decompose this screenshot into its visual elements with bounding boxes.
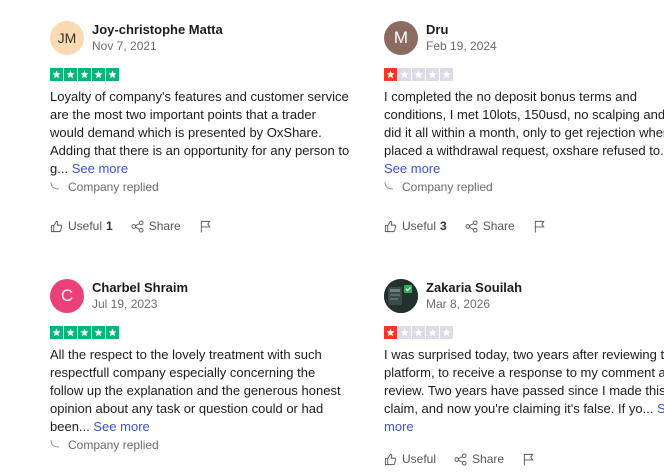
avatar-initials: M <box>393 28 409 47</box>
useful-button[interactable]: Useful 1 <box>50 219 113 233</box>
reviewer-header: Zakaria Souilah Mar 8, 2026 <box>384 274 664 318</box>
reviewer-name[interactable]: Dru <box>426 21 497 38</box>
flag-icon <box>534 220 545 233</box>
profile-photo <box>384 279 418 313</box>
avatar[interactable]: JM <box>50 21 84 55</box>
avatar-initials: JM <box>57 30 77 46</box>
flag-icon <box>523 453 534 466</box>
star-icon <box>440 326 453 339</box>
useful-label: Useful <box>402 219 437 233</box>
review-body: I completed the no deposit bonus terms a… <box>384 89 664 158</box>
useful-count: 1 <box>106 219 113 233</box>
reviewer-name[interactable]: Joy-christophe Matta <box>92 21 223 38</box>
see-more-link[interactable]: See more <box>384 161 440 176</box>
company-replied-label: Company replied <box>402 180 493 194</box>
star-icon <box>384 68 397 81</box>
share-icon <box>465 219 478 233</box>
star-icon <box>78 68 91 81</box>
star-icon <box>92 326 105 339</box>
star-icon <box>384 326 397 339</box>
review-date: Mar 8, 2026 <box>426 297 491 311</box>
review-actions: Useful 3 Share <box>384 217 664 235</box>
useful-label: Useful <box>68 219 103 233</box>
company-replied[interactable]: Company replied <box>50 436 350 454</box>
share-icon <box>454 452 467 466</box>
share-button[interactable]: Share <box>465 219 515 233</box>
useful-button[interactable]: Useful <box>384 452 436 466</box>
review-text[interactable]: All the respect to the lovely treatment … <box>50 346 350 436</box>
share-label: Share <box>482 219 515 233</box>
share-button[interactable]: Share <box>454 452 504 466</box>
reviewer-name[interactable]: Zakaria Souilah <box>426 279 522 296</box>
avatar[interactable]: M <box>384 21 418 55</box>
see-more-link[interactable]: See more <box>72 161 128 176</box>
share-icon <box>131 219 144 233</box>
review-card: JM Joy-christophe Matta Nov 7, 2021 Loya… <box>50 16 350 235</box>
star-rating <box>384 68 664 81</box>
star-icon <box>50 326 63 339</box>
reply-icon <box>50 181 60 190</box>
star-icon <box>92 68 105 81</box>
avatar[interactable]: C <box>50 279 84 313</box>
star-icon <box>426 326 439 339</box>
company-replied-label: Company replied <box>68 180 159 194</box>
company-replied[interactable]: Company replied <box>50 178 350 196</box>
thumbs-up-icon <box>384 453 397 465</box>
thumbs-up-icon <box>50 220 63 232</box>
report-button[interactable] <box>522 453 540 466</box>
star-icon <box>50 68 63 81</box>
star-icon <box>106 326 119 339</box>
avatar[interactable] <box>384 279 418 313</box>
star-icon <box>106 68 119 81</box>
review-text[interactable]: I was surprised today, two years after r… <box>384 346 664 436</box>
reviewer-header: JM Joy-christophe Matta Nov 7, 2021 <box>50 16 350 60</box>
star-icon <box>412 326 425 339</box>
reply-icon <box>50 439 60 448</box>
company-replied-label: Company replied <box>68 438 159 452</box>
star-icon <box>398 326 411 339</box>
company-replied[interactable]: Company replied <box>384 178 664 196</box>
report-button[interactable] <box>199 220 217 233</box>
review-card: M Dru Feb 19, 2024 I completed the no de… <box>384 16 664 235</box>
star-rating <box>50 68 350 81</box>
star-rating <box>384 326 664 339</box>
star-icon <box>64 326 77 339</box>
review-actions: Useful Share <box>384 450 664 468</box>
review-card: C Charbel Shraim Jul 19, 2023 All the re… <box>50 274 350 454</box>
avatar-initials: C <box>60 286 74 305</box>
useful-button[interactable]: Useful 3 <box>384 219 447 233</box>
useful-count: 3 <box>440 219 447 233</box>
review-body: I was surprised today, two years after r… <box>384 347 664 416</box>
reviewer-header: M Dru Feb 19, 2024 <box>384 16 664 60</box>
star-icon <box>64 68 77 81</box>
star-icon <box>412 68 425 81</box>
thumbs-up-icon <box>384 220 397 232</box>
review-text[interactable]: Loyalty of company's features and custom… <box>50 88 350 178</box>
star-icon <box>78 326 91 339</box>
review-card: Zakaria Souilah Mar 8, 2026 I was surpri… <box>384 274 664 468</box>
reply-icon <box>384 181 394 190</box>
share-button[interactable]: Share <box>131 219 181 233</box>
review-date: Jul 19, 2023 <box>92 297 158 311</box>
useful-label: Useful <box>402 452 437 466</box>
reviewer-name[interactable]: Charbel Shraim <box>92 279 188 296</box>
review-date: Nov 7, 2021 <box>92 39 157 53</box>
star-icon <box>440 68 453 81</box>
review-text[interactable]: I completed the no deposit bonus terms a… <box>384 88 664 178</box>
share-label: Share <box>148 219 181 233</box>
star-rating <box>50 326 350 339</box>
reviewer-header: C Charbel Shraim Jul 19, 2023 <box>50 274 350 318</box>
flag-icon <box>200 220 211 233</box>
star-icon <box>398 68 411 81</box>
review-actions: Useful 1 Share <box>50 217 350 235</box>
see-more-link[interactable]: See more <box>93 419 149 434</box>
report-button[interactable] <box>533 220 551 233</box>
star-icon <box>426 68 439 81</box>
share-label: Share <box>472 452 505 466</box>
review-date: Feb 19, 2024 <box>426 39 497 53</box>
